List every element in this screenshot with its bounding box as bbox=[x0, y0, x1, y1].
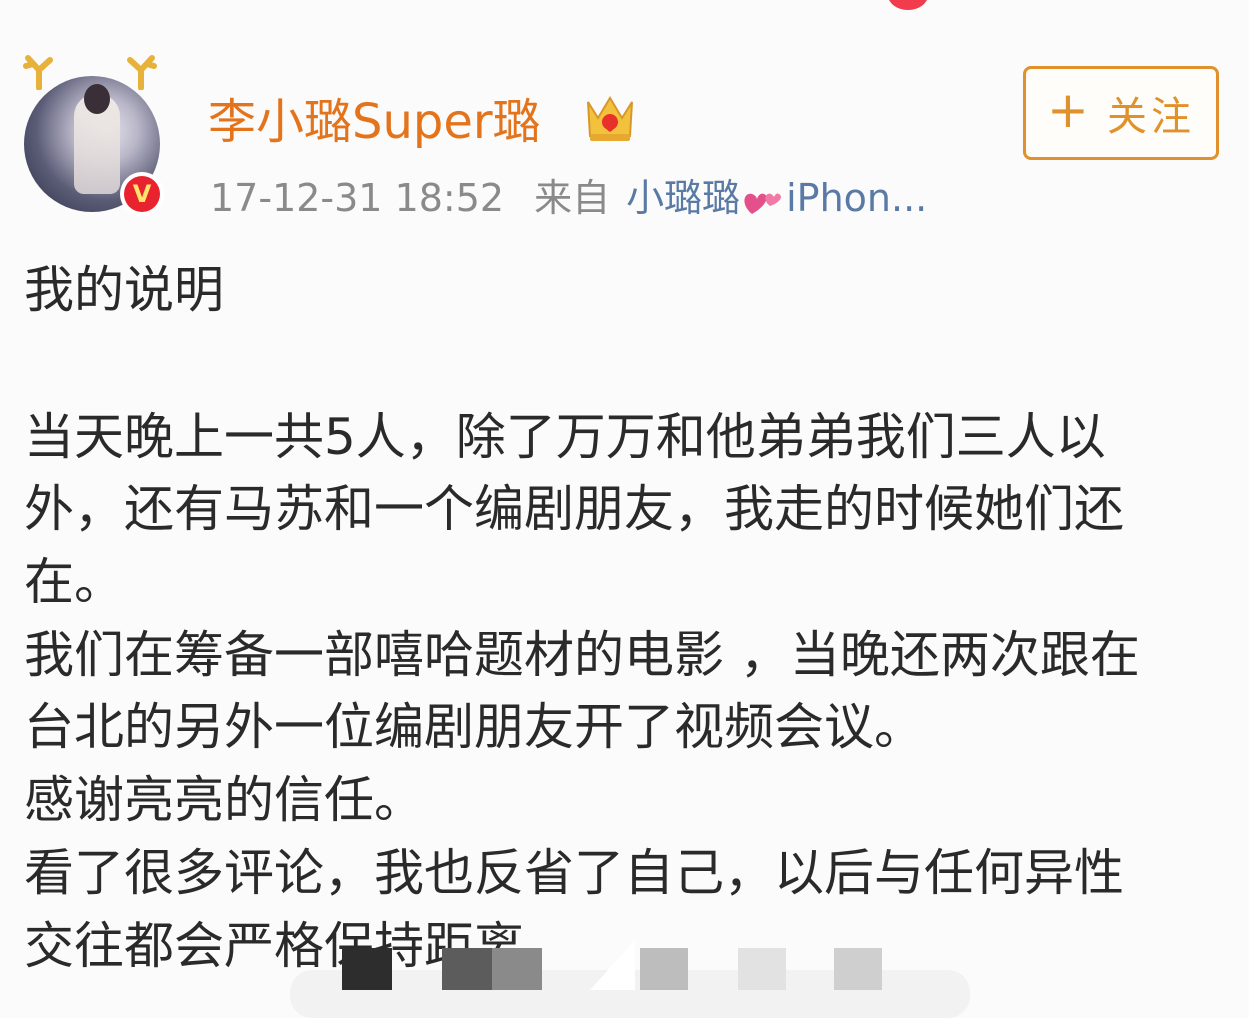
post-line: 看了很多评论，我也反省了自己，以后与任何异性 bbox=[24, 843, 1124, 902]
post-line: 感谢亮亮的信任。 bbox=[24, 771, 424, 830]
notification-dot bbox=[888, 0, 928, 10]
post-line: 在。 bbox=[24, 553, 124, 612]
post-line: 外，还有马苏和一个编剧朋友，我走的时候她们还 bbox=[24, 480, 1124, 539]
post-body: 我的说明 当天晚上一共5人，除了万万和他弟弟我们三人以 外，还有马苏和一个编剧朋… bbox=[24, 254, 1224, 982]
username[interactable]: 李小璐Super璐 bbox=[208, 92, 541, 152]
post-timestamp: 17-12-31 18:52 bbox=[210, 176, 505, 220]
antler-right-icon bbox=[127, 55, 157, 90]
heart-icon bbox=[744, 193, 782, 214]
plus-icon: + bbox=[1047, 81, 1089, 139]
source-device[interactable]: iPhon... bbox=[786, 172, 927, 224]
follow-button-label: 关注 bbox=[1106, 94, 1195, 140]
watermark-overlay bbox=[290, 940, 970, 1018]
source-link[interactable]: 小璐璐 bbox=[626, 172, 740, 224]
follow-button[interactable]: + 关注 bbox=[1023, 66, 1219, 160]
antler-left-icon bbox=[23, 55, 53, 90]
post-line: 我们在筹备一部嘻哈题材的电影 ，当晚还两次跟在 bbox=[24, 625, 1140, 684]
from-label: 来自 bbox=[534, 176, 611, 220]
post-line: 台北的另外一位编剧朋友开了视频会议。 bbox=[24, 698, 924, 757]
post-meta: 17-12-31 18:52 来自 小璐璐 iPhon... bbox=[210, 172, 927, 224]
crown-icon bbox=[587, 96, 633, 141]
post-line: 当天晚上一共5人，除了万万和他弟弟我们三人以 bbox=[24, 407, 1106, 466]
user-avatar[interactable]: V bbox=[20, 52, 170, 222]
verified-v-icon: V bbox=[120, 172, 164, 216]
post-title: 我的说明 bbox=[24, 261, 224, 319]
